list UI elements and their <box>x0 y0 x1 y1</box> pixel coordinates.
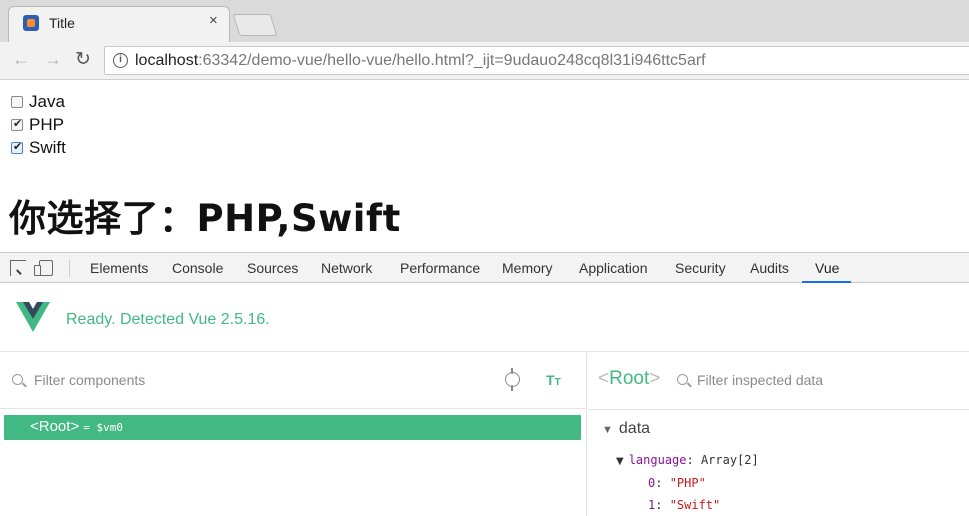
tab-title: Title <box>49 15 75 31</box>
tab-audits[interactable]: Audits <box>750 260 789 276</box>
tab-elements[interactable]: Elements <box>90 260 148 276</box>
select-component-target-icon[interactable] <box>505 372 520 387</box>
tab-console[interactable]: Console <box>172 260 223 276</box>
device-toolbar-icon[interactable] <box>34 260 53 276</box>
array-item-0: 0: "PHP" <box>648 476 706 490</box>
tab-security[interactable]: Security <box>675 260 726 276</box>
close-icon[interactable]: × <box>209 12 218 29</box>
expand-triangle-icon: ▼ <box>602 424 613 436</box>
address-bar[interactable]: i localhost:63342/demo-vue/hello-vue/hel… <box>104 46 969 75</box>
search-icon <box>677 374 688 385</box>
forward-arrow-icon[interactable]: → <box>44 49 62 70</box>
inspector-panel: <Root> Filter inspected data ▼ data ▼ lang… <box>588 352 969 516</box>
inspected-component-name: <Root> <box>598 368 661 389</box>
tab-sources[interactable]: Sources <box>247 260 298 276</box>
checkbox-label: Java <box>29 92 65 111</box>
swift-checkbox[interactable] <box>11 140 23 154</box>
reload-icon[interactable]: ↻ <box>75 48 91 71</box>
vue-logo-icon <box>16 302 50 332</box>
array-item-1: 1: "Swift" <box>648 498 721 512</box>
new-tab-button[interactable] <box>232 14 278 36</box>
php-checkbox[interactable] <box>11 117 23 131</box>
components-filter-bar: Filter components TT <box>0 352 587 409</box>
checkbox-label: Swift <box>29 138 66 157</box>
checkbox-row-java[interactable]: Java <box>11 91 65 113</box>
components-panel: Filter components TT <Root> = $vm0 <box>0 352 587 516</box>
checkbox-row-swift[interactable]: Swift <box>11 137 66 159</box>
back-arrow-icon[interactable]: ← <box>12 49 30 70</box>
page-content: Java PHP Swift 你选择了：PHP,Swift <box>0 80 969 252</box>
filter-inspected-data-input[interactable]: Filter inspected data <box>697 372 823 388</box>
expand-triangle-icon: ▼ <box>616 456 624 467</box>
format-names-icon[interactable]: TT <box>546 372 561 388</box>
java-checkbox[interactable] <box>11 96 23 108</box>
data-section-toggle[interactable]: ▼ data <box>602 420 650 438</box>
component-tree-row-root[interactable]: <Root> = $vm0 <box>4 415 581 440</box>
url-text[interactable]: localhost:63342/demo-vue/hello-vue/hello… <box>135 52 706 70</box>
browser-tabstrip: Title × <box>0 0 969 42</box>
tree-root-label: <Root> = $vm0 <box>30 418 123 435</box>
tab-vue[interactable]: Vue <box>815 260 839 276</box>
vue-status-text: Ready. Detected Vue 2.5.16. <box>66 311 270 328</box>
inspect-element-icon[interactable] <box>10 260 26 276</box>
tab-memory[interactable]: Memory <box>502 260 553 276</box>
favicon-icon <box>23 15 39 31</box>
checkbox-label: PHP <box>29 115 64 134</box>
devtools-tabbar: Elements Console Sources Network Perform… <box>0 252 969 283</box>
tab-performance[interactable]: Performance <box>400 260 480 276</box>
tab-application[interactable]: Application <box>579 260 648 276</box>
selection-result-heading: 你选择了：PHP,Swift <box>9 197 401 240</box>
info-icon[interactable]: i <box>113 53 128 68</box>
browser-toolbar: ← → ↻ i localhost:63342/demo-vue/hello-v… <box>0 42 969 80</box>
tab-network[interactable]: Network <box>321 260 372 276</box>
toolbar-divider <box>69 260 70 277</box>
vue-devtools-header: Ready. Detected Vue 2.5.16. <box>0 283 969 352</box>
data-prop-language[interactable]: ▼ language: Array[2] <box>616 453 759 467</box>
checkbox-row-php[interactable]: PHP <box>11 114 64 136</box>
data-section: ▼ data ▼ language: Array[2] 0: "PHP" 1: "S… <box>588 409 969 516</box>
filter-components-input[interactable]: Filter components <box>34 372 145 388</box>
search-icon <box>12 374 23 385</box>
browser-tab[interactable]: Title × <box>8 6 230 42</box>
